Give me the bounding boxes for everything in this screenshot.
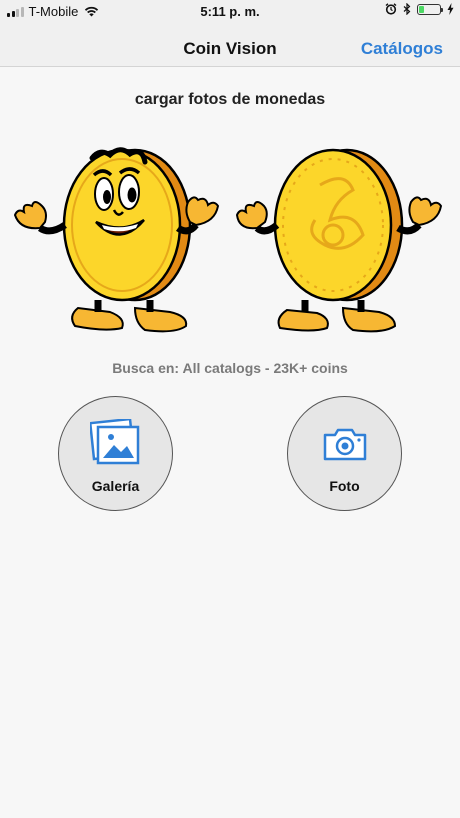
catalog-search-info: Busca en: All catalogs - 23K+ coins bbox=[112, 360, 348, 376]
upload-heading: cargar fotos de monedas bbox=[134, 91, 326, 108]
battery-icon bbox=[417, 3, 443, 15]
alarm-icon bbox=[385, 3, 397, 15]
coin-mascot-back-image bbox=[235, 148, 443, 333]
status-right bbox=[385, 3, 454, 15]
camera-icon bbox=[323, 428, 366, 461]
gallery-label: Galería bbox=[91, 478, 140, 494]
charging-icon bbox=[447, 3, 454, 15]
status-bar: T-Mobile 5:11 p. m. bbox=[0, 0, 460, 24]
bluetooth-icon bbox=[403, 3, 411, 15]
navigation-bar: Coin Vision Catálogos bbox=[0, 24, 460, 67]
gallery-button[interactable]: Galería bbox=[58, 396, 173, 511]
photo-gallery-icon bbox=[89, 419, 139, 465]
coin-mascot-front-image bbox=[13, 147, 220, 333]
catalogs-button[interactable]: Catálogos bbox=[361, 39, 443, 59]
photo-button[interactable]: Foto bbox=[287, 396, 402, 511]
photo-label: Foto bbox=[329, 478, 360, 494]
battery-level bbox=[419, 5, 424, 13]
